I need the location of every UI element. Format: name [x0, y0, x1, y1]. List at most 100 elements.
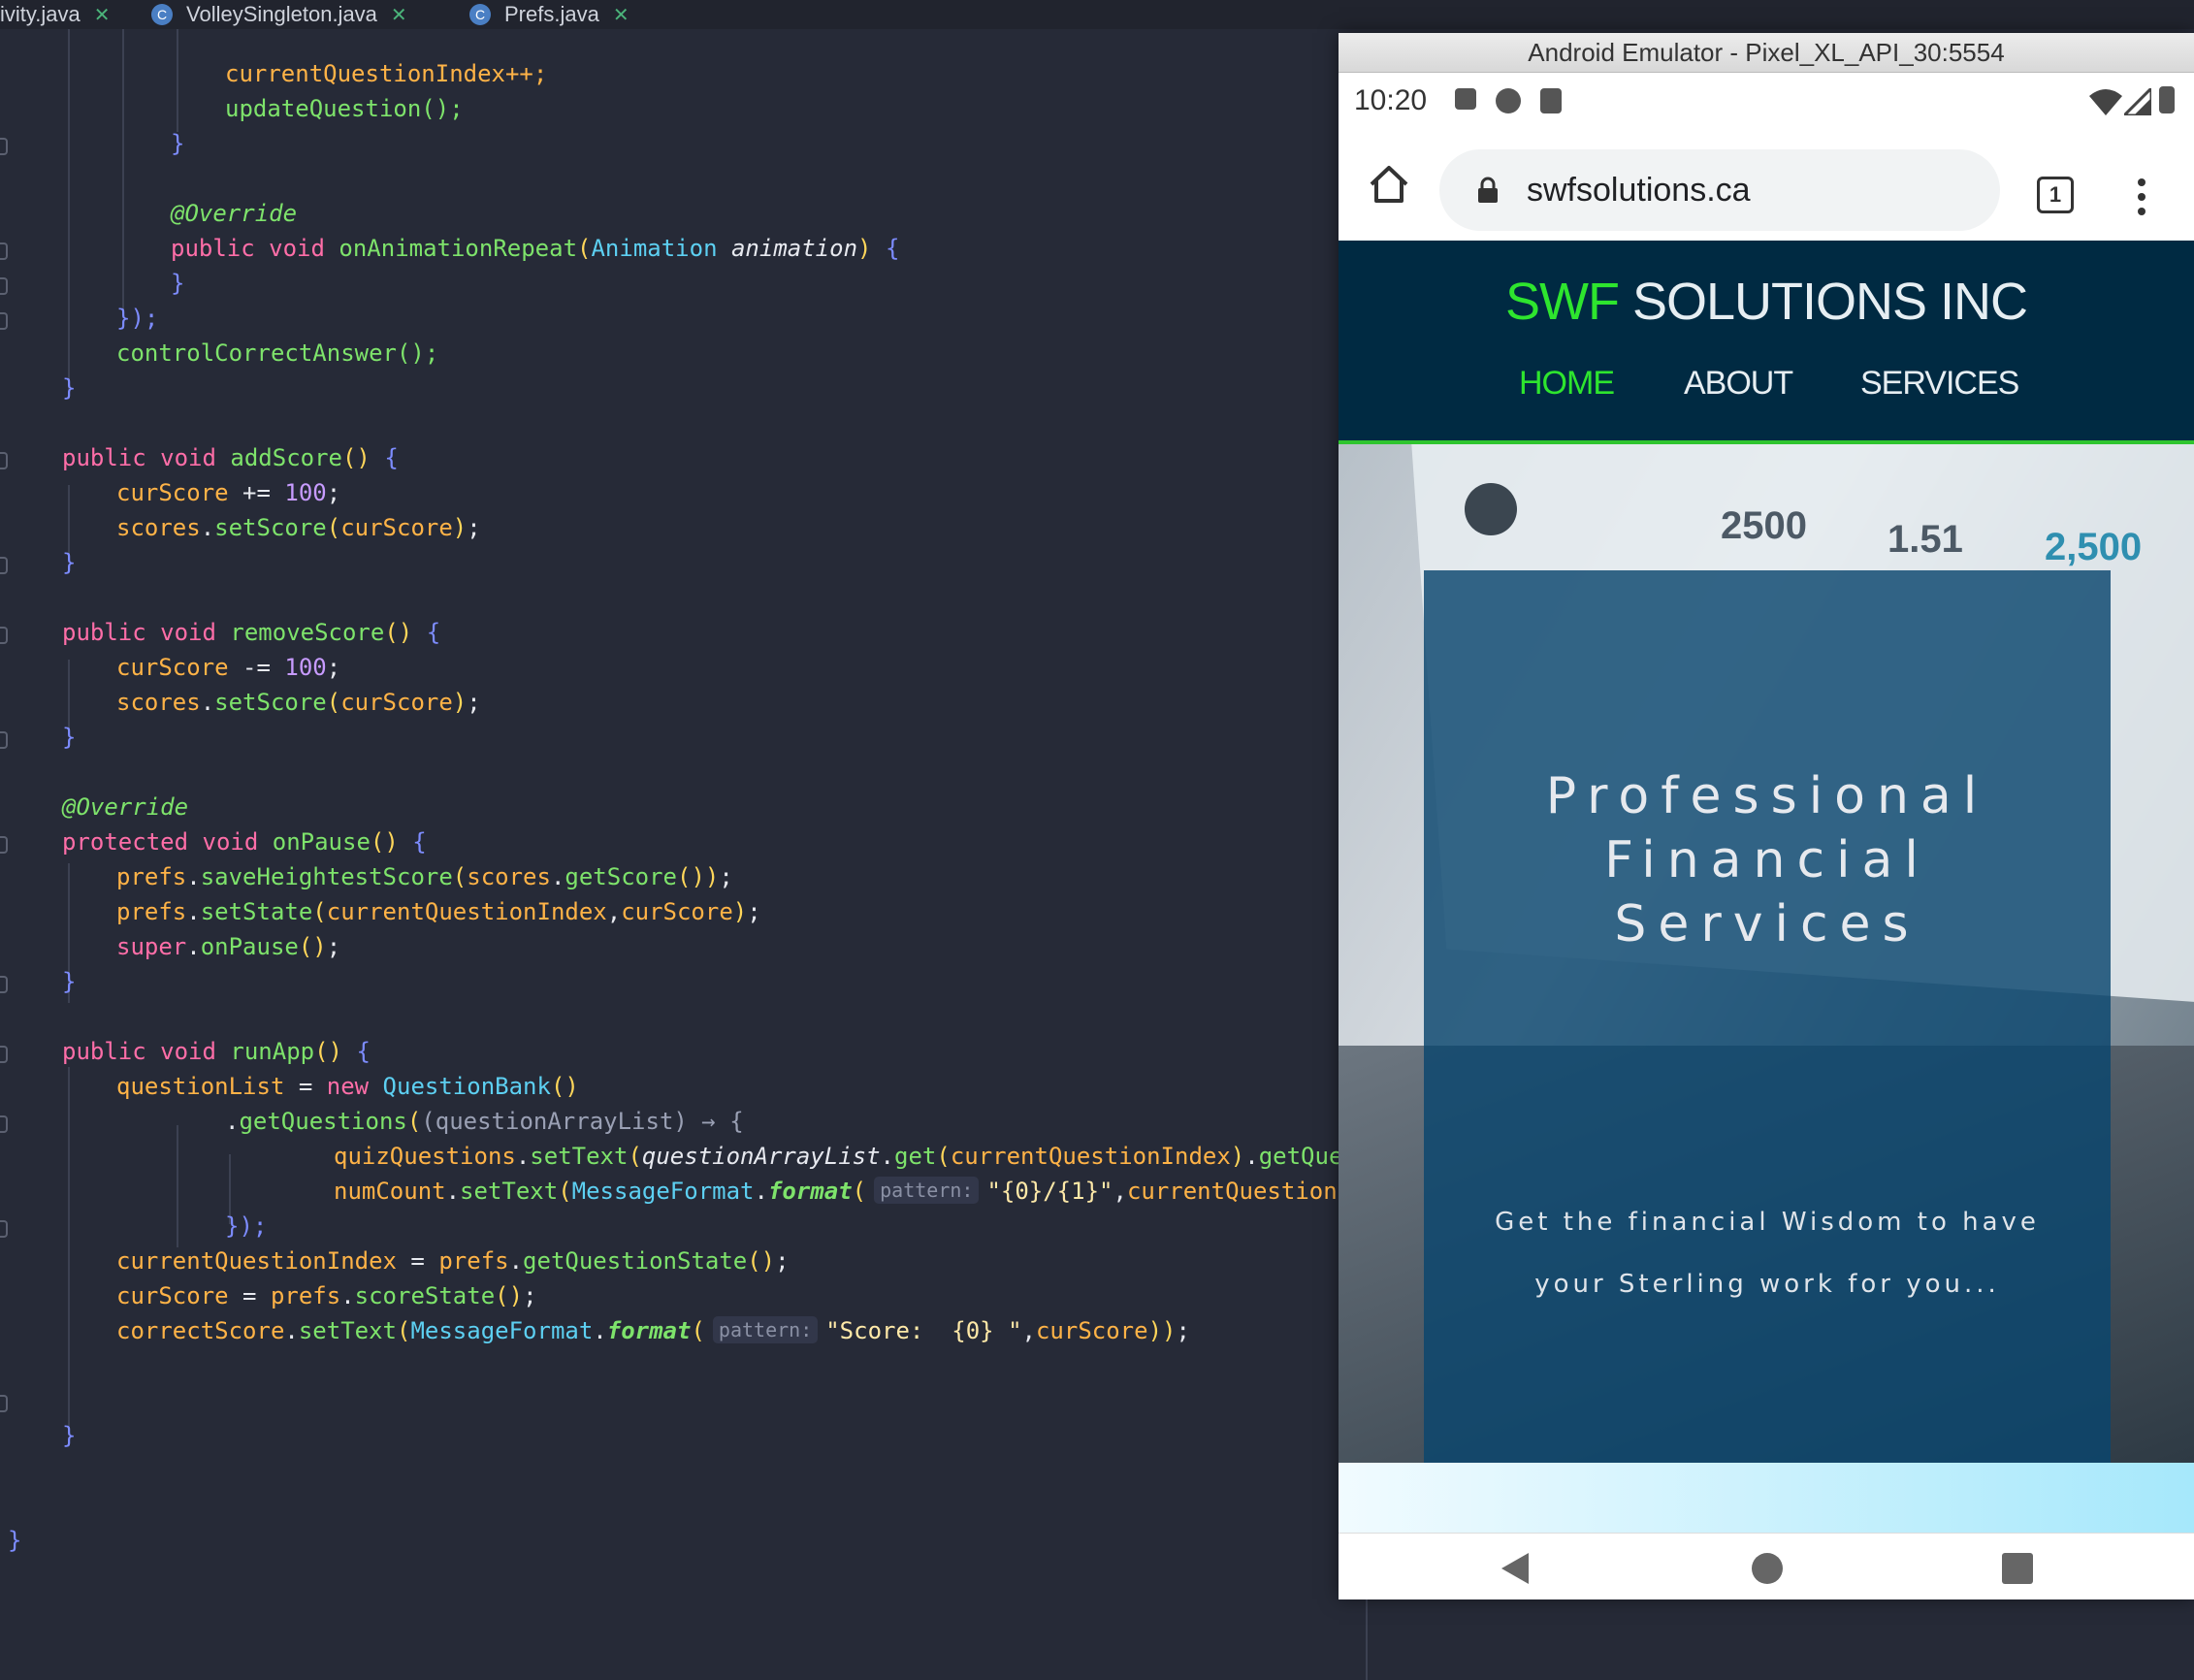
stat-value: 1.51 — [1887, 518, 1963, 561]
fold-marker-icon[interactable] — [0, 1115, 8, 1133]
android-nav-bar — [1339, 1533, 2194, 1599]
page-section-strip — [1339, 1463, 2194, 1533]
address-bar[interactable]: swfsolutions.ca — [1439, 149, 2000, 231]
tab-label: VolleySingleton.java — [186, 2, 377, 26]
fold-marker-icon[interactable] — [0, 557, 8, 574]
fold-marker-icon[interactable] — [0, 627, 8, 644]
stat-value: 2,500 — [2045, 526, 2143, 568]
status-bar: 10:20 — [1339, 73, 2194, 129]
tab-label: Prefs.java — [504, 2, 599, 26]
android-emulator-window[interactable]: Android Emulator - Pixel_XL_API_30:5554 … — [1339, 33, 2194, 1599]
hero-section: 2500 1.51 2,500 Professional Financial S… — [1339, 444, 2194, 1463]
notification-icon — [1496, 88, 1521, 113]
tab-volleysingleton[interactable]: C VolleySingleton.java ✕ — [151, 0, 407, 29]
stat-value: 2500 — [1721, 504, 1807, 547]
nav-about[interactable]: ABOUT — [1684, 365, 1793, 403]
code-line: public void runApp() { — [62, 1038, 371, 1065]
code-line: updateQuestion(); — [225, 95, 464, 122]
code-line: numCount.setText(MessageFormat.format(pa… — [334, 1177, 1380, 1205]
code-line: curScore = prefs.scoreState(); — [116, 1282, 537, 1309]
code-line: curScore += 100; — [116, 479, 341, 506]
editor-tab-bar: ivity.java ✕ C VolleySingleton.java ✕ C … — [0, 0, 2194, 29]
close-icon[interactable]: ✕ — [94, 3, 111, 27]
avatar — [1465, 483, 1517, 535]
code-line: } — [171, 270, 185, 297]
browser-toolbar: swfsolutions.ca 1 — [1339, 130, 2194, 239]
divider — [1366, 1599, 1368, 1680]
code-line: curScore -= 100; — [116, 654, 341, 681]
tab-switcher-button[interactable]: 1 — [2037, 177, 2074, 213]
fold-marker-icon[interactable] — [0, 1046, 8, 1063]
code-line: scores.setScore(curScore); — [116, 514, 481, 541]
code-line: }); — [116, 305, 159, 332]
fold-marker-icon[interactable] — [0, 976, 8, 993]
code-line: } — [171, 130, 185, 157]
lock-icon — [1478, 177, 1498, 203]
code-line: public void removeScore() { — [62, 619, 441, 646]
home-circle-icon[interactable] — [1750, 1551, 1785, 1586]
wifi-icon — [2089, 89, 2122, 115]
code-line: } — [8, 1527, 22, 1554]
recents-icon[interactable] — [2000, 1551, 2035, 1586]
fold-marker-icon[interactable] — [0, 1395, 8, 1412]
home-icon[interactable] — [1368, 163, 1410, 206]
fold-marker-icon[interactable] — [0, 452, 8, 469]
indent-guide — [177, 29, 178, 132]
fold-marker-icon[interactable] — [0, 277, 8, 295]
fold-marker-icon[interactable] — [0, 1220, 8, 1238]
code-line: currentQuestionIndex++; — [225, 60, 548, 87]
site-logo[interactable]: SWF SOLUTIONS INC — [1339, 272, 2194, 332]
code-line: public void addScore() { — [62, 444, 399, 471]
code-line: public void onAnimationRepeat(Animation … — [171, 235, 900, 262]
code-line: } — [62, 549, 77, 576]
indent-guide — [122, 29, 124, 310]
code-line: } — [62, 724, 77, 751]
code-line: questionList = new QuestionBank() — [116, 1073, 579, 1100]
signal-icon — [2124, 88, 2151, 115]
code-line: controlCorrectAnswer(); — [116, 339, 439, 367]
close-icon[interactable]: ✕ — [613, 3, 629, 27]
indent-guide — [68, 1067, 70, 1426]
code-line: super.onPause(); — [116, 933, 341, 960]
nav-home[interactable]: HOME — [1519, 365, 1615, 403]
code-line: @Override — [171, 200, 298, 227]
status-time: 10:20 — [1354, 84, 1428, 116]
code-line: } — [62, 968, 77, 995]
parameter-hint: pattern: — [712, 1316, 819, 1343]
code-line: scores.setScore(curScore); — [116, 689, 481, 716]
class-file-icon: C — [151, 4, 173, 25]
code-line: correctScore.setText(MessageFormat.forma… — [116, 1316, 1190, 1344]
code-line: .getQuestions((questionArrayList) → { — [225, 1108, 744, 1135]
sd-card-icon — [1540, 88, 1562, 113]
code-editor[interactable]: currentQuestionIndex++; updateQuestion()… — [0, 29, 1379, 1680]
back-icon[interactable] — [1498, 1551, 1533, 1586]
fold-marker-icon[interactable] — [0, 836, 8, 854]
more-menu-icon[interactable] — [2138, 178, 2146, 215]
code-line: prefs.saveHeightestScore(scores.getScore… — [116, 863, 733, 890]
hero-subtitle: Get the financial Wisdom to have your St… — [1495, 1208, 2040, 1299]
code-line: currentQuestionIndex = prefs.getQuestion… — [116, 1247, 790, 1275]
fold-marker-icon[interactable] — [0, 138, 8, 155]
url-text: swfsolutions.ca — [1527, 172, 1751, 209]
notification-icon — [1455, 88, 1476, 110]
close-icon[interactable]: ✕ — [391, 3, 407, 27]
code-line: } — [62, 1422, 77, 1449]
code-line: quizQuestions.setText(questionArrayList.… — [334, 1143, 1371, 1170]
hero-overlay: Professional Financial Services Get the … — [1424, 570, 2111, 1463]
tab-prefs[interactable]: C Prefs.java ✕ — [469, 0, 629, 29]
code-line: protected void onPause() { — [62, 828, 427, 856]
class-file-icon: C — [469, 4, 491, 25]
fold-marker-icon[interactable] — [0, 242, 8, 260]
code-line: }); — [225, 1212, 268, 1240]
parameter-hint: pattern: — [874, 1177, 980, 1204]
fold-marker-icon[interactable] — [0, 731, 8, 749]
code-line: prefs.setState(currentQuestionIndex,curS… — [116, 898, 761, 925]
tab-label: ivity.java — [0, 2, 81, 26]
site-header: SWF SOLUTIONS INC HOME ABOUT SERVICES — [1339, 241, 2194, 444]
nav-services[interactable]: SERVICES — [1860, 365, 2019, 403]
indent-guide — [68, 29, 70, 390]
tab-activity[interactable]: ivity.java ✕ — [0, 0, 111, 29]
emulator-title: Android Emulator - Pixel_XL_API_30:5554 — [1339, 33, 2194, 73]
code-line: @Override — [62, 793, 189, 821]
fold-marker-icon[interactable] — [0, 312, 8, 330]
